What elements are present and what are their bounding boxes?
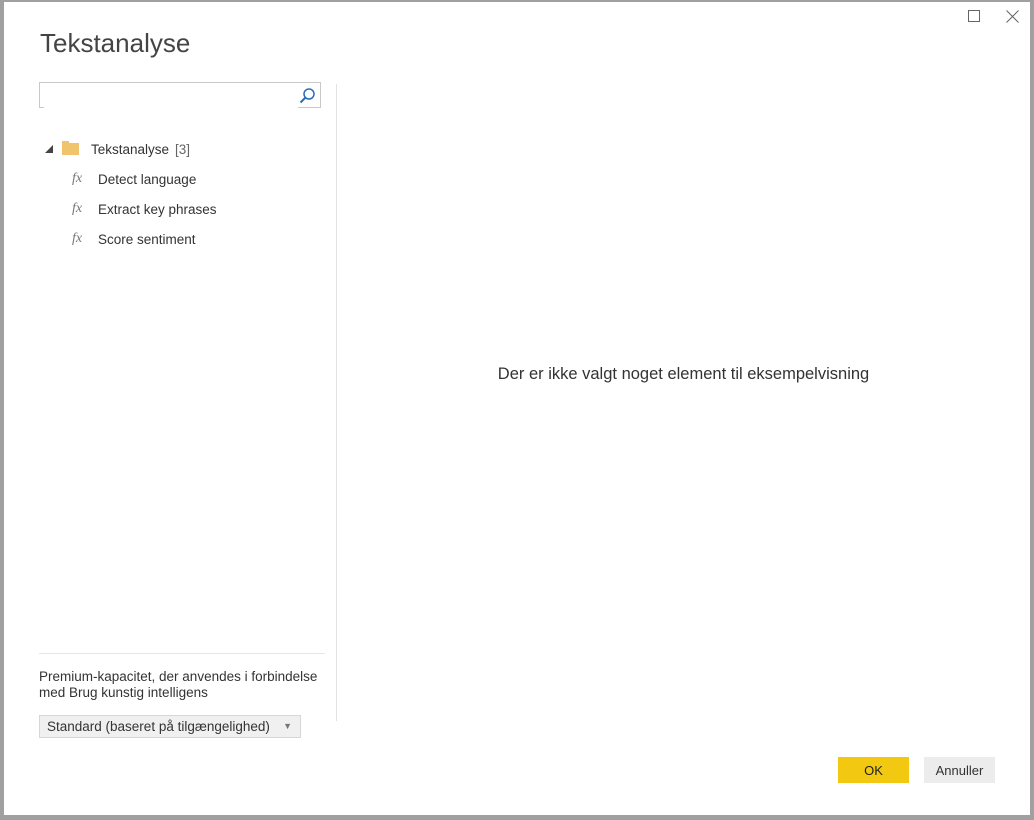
function-icon: fx <box>72 201 83 216</box>
tree-folder-tekstanalyse[interactable]: Tekstanalyse [3] <box>44 134 217 164</box>
dropdown-selected-value: Standard (baseret på tilgængelighed) <box>47 719 270 734</box>
tree-item-label: Score sentiment <box>98 231 196 247</box>
tree-item-score-sentiment[interactable]: fx Score sentiment <box>44 224 217 254</box>
tree-item-label: Detect language <box>98 171 197 187</box>
window-controls <box>966 8 1020 24</box>
tree-item-label: Extract key phrases <box>98 201 217 217</box>
navigator-tree: Tekstanalyse [3] fx Detect language fx E… <box>44 134 217 254</box>
tree-item-detect-language[interactable]: fx Detect language <box>44 164 217 194</box>
premium-capacity-dropdown[interactable]: Standard (baseret på tilgængelighed) ▼ <box>39 715 301 738</box>
cancel-button[interactable]: Annuller <box>924 757 995 783</box>
preview-empty-message: Der er ikke valgt noget element til ekse… <box>497 365 870 383</box>
folder-icon <box>62 141 79 155</box>
close-button[interactable] <box>1004 8 1020 24</box>
folder-count: [3] <box>175 141 191 157</box>
search-icon[interactable] <box>299 87 316 109</box>
dialog-title: Tekstanalyse <box>40 28 191 58</box>
maximize-button[interactable] <box>966 8 982 24</box>
function-icon: fx <box>72 231 83 246</box>
tree-item-extract-key-phrases[interactable]: fx Extract key phrases <box>44 194 217 224</box>
premium-capacity-label: Premium-kapacitet, der anvendes i forbin… <box>39 669 318 700</box>
expand-caret-icon[interactable] <box>44 145 54 153</box>
chevron-down-icon: ▼ <box>283 721 292 731</box>
ok-button[interactable]: OK <box>838 757 909 783</box>
section-divider <box>39 653 325 654</box>
maximize-icon <box>968 10 980 22</box>
function-icon: fx <box>72 171 83 186</box>
pane-divider <box>336 84 337 721</box>
dialog-window: Tekstanalyse Tekstanalyse [3] fx Detect … <box>4 2 1030 815</box>
search-box[interactable] <box>39 82 321 108</box>
folder-label: Tekstanalyse <box>91 141 170 157</box>
close-icon <box>1005 9 1019 23</box>
search-input[interactable] <box>44 84 298 108</box>
